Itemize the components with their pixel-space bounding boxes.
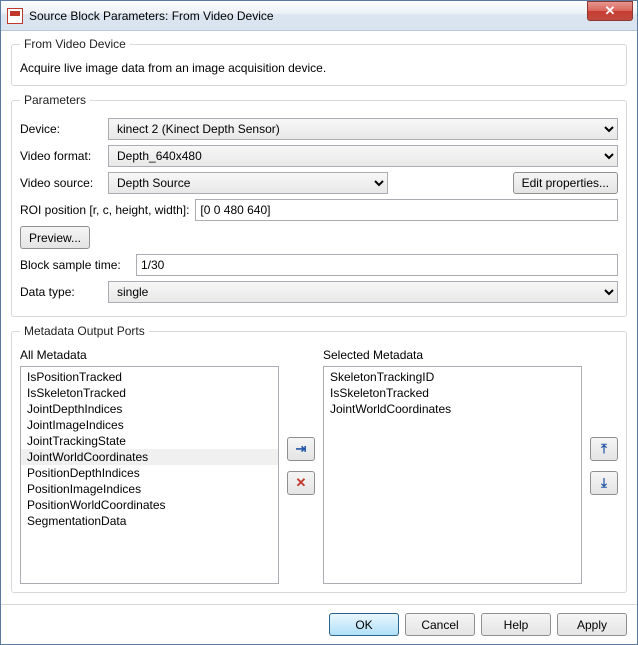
device-select[interactable]: kinect 2 (Kinect Depth Sensor) [108,118,618,140]
video-format-label: Video format: [20,149,102,163]
header-group-title: From Video Device [20,37,130,51]
metadata-group: Metadata Output Ports All Metadata IsPos… [11,324,627,593]
x-icon: ✕ [296,475,307,491]
selected-metadata-column: Selected Metadata SkeletonTrackingIDIsSk… [323,348,582,584]
video-source-label: Video source: [20,176,102,190]
all-metadata-column: All Metadata IsPositionTrackedIsSkeleton… [20,348,279,584]
ok-button[interactable]: OK [329,613,399,636]
arrow-up-icon: ⤒ [601,441,607,457]
dialog-window: Source Block Parameters: From Video Devi… [0,0,638,645]
reorder-buttons: ⤒ ⤓ [590,348,618,584]
video-source-select[interactable]: Depth Source [108,172,388,194]
data-type-label: Data type: [20,285,102,299]
parameters-group-title: Parameters [20,93,90,107]
metadata-group-title: Metadata Output Ports [20,324,149,338]
video-format-select[interactable]: Depth_640x480 [108,145,618,167]
move-down-button[interactable]: ⤓ [590,471,618,495]
all-metadata-listbox[interactable]: IsPositionTrackedIsSkeletonTrackedJointD… [20,366,279,584]
list-item[interactable]: PositionDepthIndices [21,465,278,481]
roi-input[interactable] [195,199,618,221]
list-item[interactable]: JointDepthIndices [21,401,278,417]
close-icon: ✕ [605,3,616,19]
block-sample-input[interactable] [136,254,618,276]
arrow-down-icon: ⤓ [601,475,607,491]
cancel-button[interactable]: Cancel [405,613,475,636]
titlebar: Source Block Parameters: From Video Devi… [1,1,637,31]
transfer-buttons: ⇥ ✕ [287,348,315,584]
parameters-group: Parameters Device: kinect 2 (Kinect Dept… [11,93,627,317]
footer: OK Cancel Help Apply [1,604,637,644]
data-type-select[interactable]: single [108,281,618,303]
header-description: Acquire live image data from an image ac… [20,61,618,75]
window-title: Source Block Parameters: From Video Devi… [29,9,587,23]
help-button[interactable]: Help [481,613,551,636]
list-item[interactable]: JointTrackingState [21,433,278,449]
arrow-right-icon: ⇥ [296,441,307,457]
selected-metadata-label: Selected Metadata [323,348,582,362]
move-up-button[interactable]: ⤒ [590,437,618,461]
selected-metadata-listbox[interactable]: SkeletonTrackingIDIsSkeletonTrackedJoint… [323,366,582,584]
list-item[interactable]: PositionImageIndices [21,481,278,497]
header-group: From Video Device Acquire live image dat… [11,37,627,86]
close-button[interactable]: ✕ [587,1,633,21]
apply-button[interactable]: Apply [557,613,627,636]
list-item[interactable]: IsPositionTracked [21,369,278,385]
list-item[interactable]: IsSkeletonTracked [21,385,278,401]
list-item[interactable]: JointImageIndices [21,417,278,433]
list-item[interactable]: JointWorldCoordinates [324,401,581,417]
list-item[interactable]: SegmentationData [21,513,278,529]
list-item[interactable]: JointWorldCoordinates [21,449,278,465]
list-item[interactable]: SkeletonTrackingID [324,369,581,385]
preview-button[interactable]: Preview... [20,226,90,249]
all-metadata-label: All Metadata [20,348,279,362]
list-item[interactable]: IsSkeletonTracked [324,385,581,401]
remove-button[interactable]: ✕ [287,471,315,495]
add-button[interactable]: ⇥ [287,437,315,461]
edit-properties-button[interactable]: Edit properties... [513,172,618,194]
device-label: Device: [20,122,102,136]
list-item[interactable]: PositionWorldCoordinates [21,497,278,513]
roi-label: ROI position [r, c, height, width]: [20,203,189,217]
block-sample-label: Block sample time: [20,258,130,272]
app-icon [7,8,23,24]
content-area: From Video Device Acquire live image dat… [1,31,637,604]
